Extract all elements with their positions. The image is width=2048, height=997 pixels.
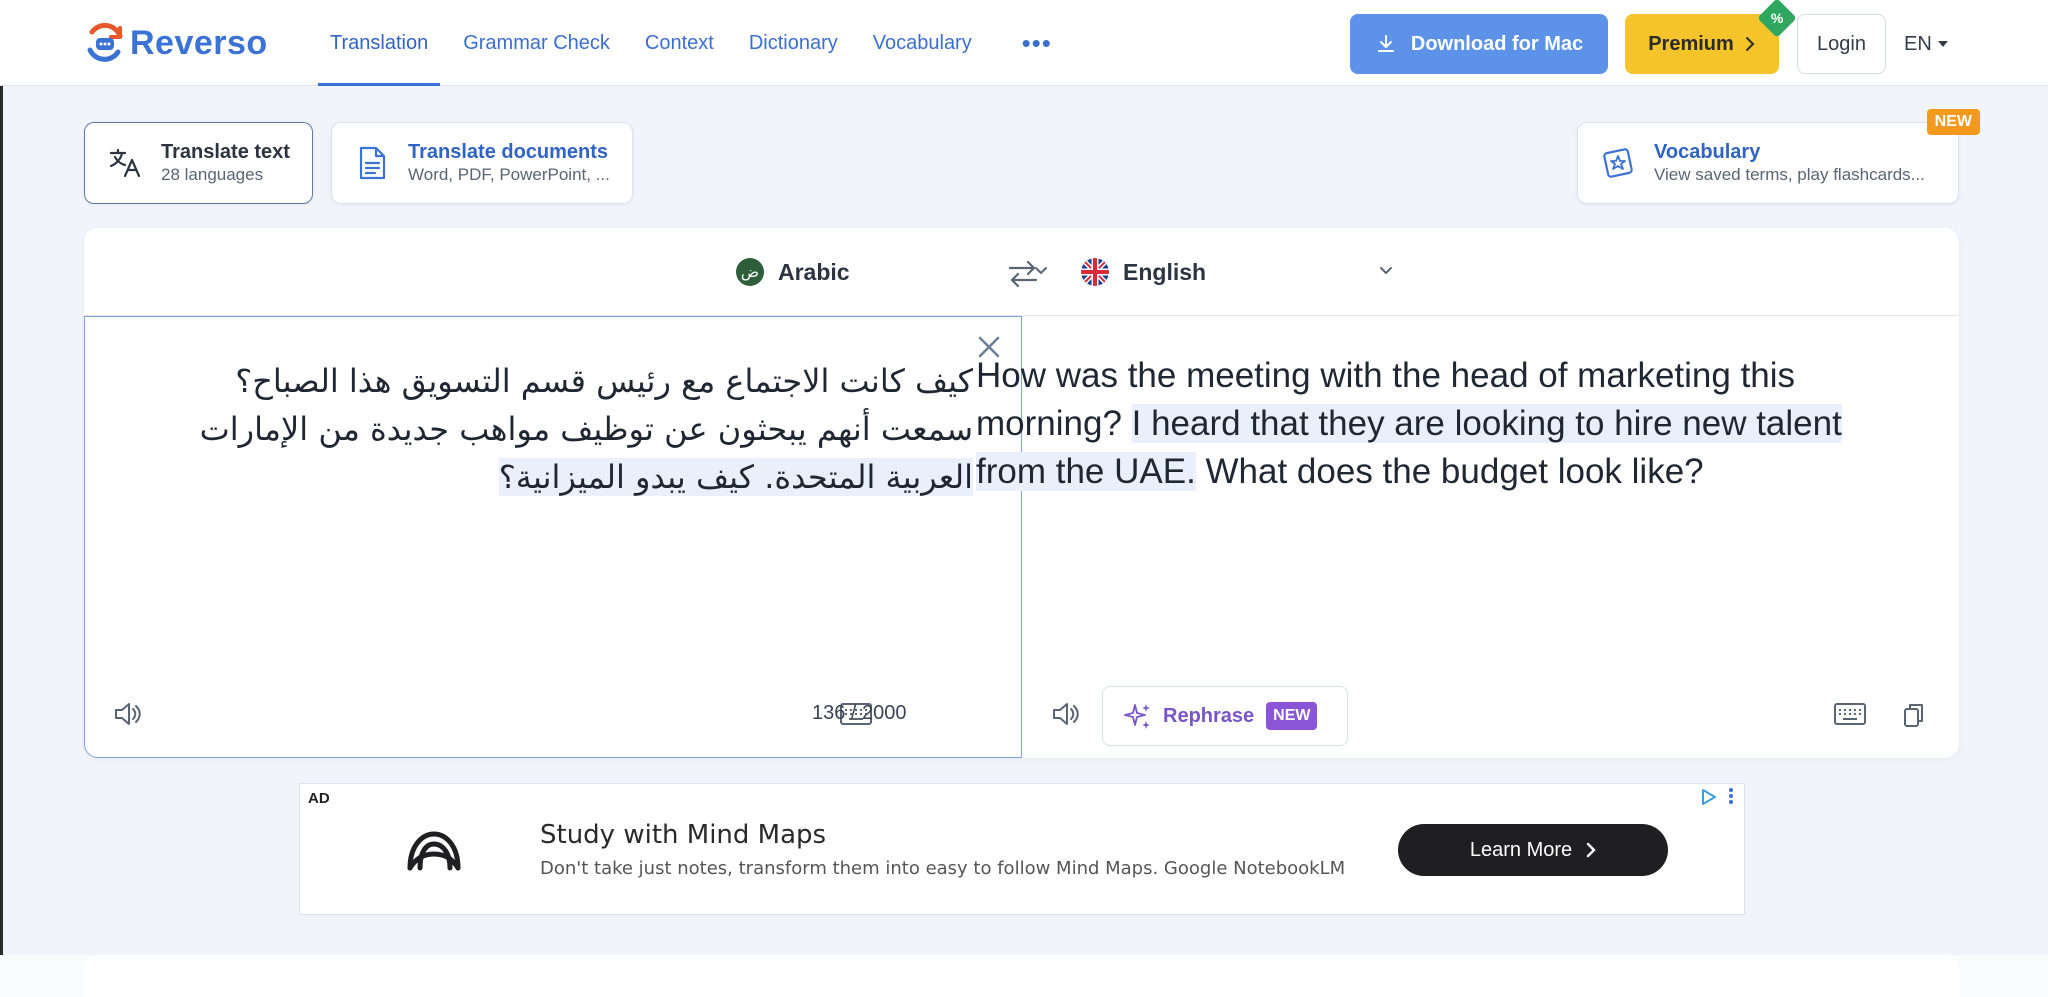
translate-text-tab[interactable]: Translate text 28 languages	[84, 122, 313, 204]
nav-vocabulary[interactable]: Vocabulary	[861, 0, 984, 86]
translate-text-title: Translate text	[161, 141, 290, 163]
ad-title: Study with Mind Maps	[540, 820, 827, 850]
premium-button[interactable]: Premium %	[1625, 0, 1797, 74]
window-edge-left	[0, 0, 3, 997]
document-icon	[354, 145, 390, 181]
uk-flag-icon	[1081, 258, 1109, 286]
vocabulary-card[interactable]: Vocabulary View saved terms, play flashc…	[1577, 109, 1980, 204]
nav-dictionary[interactable]: Dictionary	[737, 0, 850, 86]
source-line-2: سمعت أنهم يبحثون عن توظيف مواهب جديدة من…	[199, 410, 973, 448]
swap-languages-icon[interactable]	[1006, 256, 1040, 290]
translate-documents-subtitle: Word, PDF, PowerPoint, ...	[408, 165, 610, 184]
download-label: Download for Mac	[1410, 32, 1584, 55]
premium-label: Premium	[1648, 32, 1734, 55]
source-text-area[interactable]: كيف كانت الاجتماع مع رئيس قسم التسويق هذ…	[84, 316, 1022, 758]
translate-text-subtitle: 28 languages	[161, 165, 264, 184]
nav-context[interactable]: Context	[633, 0, 726, 86]
target-language-select[interactable]: English	[1081, 252, 1411, 292]
rephrase-new-badge: NEW	[1266, 702, 1318, 730]
source-line-1: كيف كانت الاجتماع مع رئيس قسم التسويق هذ…	[235, 362, 973, 400]
reverso-logo-icon	[87, 22, 123, 62]
nav-grammar-check[interactable]: Grammar Check	[451, 0, 622, 86]
target-text-part-2: What does the budget look like?	[1195, 452, 1704, 491]
download-icon	[1377, 35, 1394, 52]
next-section-card	[84, 955, 1959, 997]
vocabulary-subtitle: View saved terms, play flashcards...	[1654, 165, 1925, 184]
character-counter: 136 / 2000	[812, 702, 907, 724]
target-text[interactable]: How was the meeting with the head of mar…	[976, 352, 1856, 496]
sparkles-icon	[1124, 704, 1150, 729]
ui-language-value: EN	[1904, 32, 1932, 55]
ad-choices-icon[interactable]	[1700, 788, 1718, 806]
notebooklm-logo-icon	[407, 831, 461, 871]
chevron-right-icon	[1586, 842, 1596, 858]
source-language-name: Arabic	[778, 258, 850, 285]
source-line-3: العربية المتحدة. كيف يبدو الميزانية؟	[498, 458, 973, 496]
translate-documents-tab[interactable]: Translate documents Word, PDF, PowerPoin…	[331, 122, 633, 204]
reverso-logo[interactable]: Reverso	[84, 22, 268, 64]
ad-label: AD	[308, 790, 330, 807]
learn-more-label: Learn More	[1469, 838, 1573, 861]
top-navigation-bar: Reverso Translation Grammar Check Contex…	[0, 0, 2048, 86]
nav-translation[interactable]: Translation	[318, 0, 441, 86]
target-language-name: English	[1123, 258, 1207, 285]
new-badge: NEW	[1926, 109, 1980, 135]
ad-menu-icon[interactable]	[1726, 786, 1736, 806]
learn-more-button[interactable]: Learn More	[1398, 824, 1668, 876]
flashcards-icon	[1600, 145, 1636, 181]
arabic-flag-icon: ض	[736, 258, 764, 286]
source-speaker-icon[interactable]	[111, 697, 145, 731]
copy-icon[interactable]	[1903, 702, 1925, 728]
caret-down-icon	[1937, 41, 1948, 47]
login-button[interactable]: Login	[1797, 14, 1886, 74]
source-text[interactable]: كيف كانت الاجتماع مع رئيس قسم التسويق هذ…	[113, 357, 973, 501]
translate-documents-title: Translate documents	[408, 141, 609, 163]
rephrase-label: Rephrase	[1163, 704, 1255, 727]
rephrase-button[interactable]: Rephrase NEW	[1102, 686, 1348, 746]
chevron-right-icon	[1745, 37, 1755, 51]
ad-description: Don't take just notes, transform them in…	[540, 858, 1346, 879]
target-speaker-icon[interactable]	[1049, 697, 1083, 731]
nav-more-icon[interactable]: •••	[1019, 0, 1055, 86]
chevron-down-icon	[1380, 267, 1392, 275]
discount-badge: %	[1757, 0, 1797, 38]
language-bar: ض Arabic English	[84, 228, 1959, 316]
brand-name: Reverso	[130, 23, 268, 62]
advertisement-banner[interactable]: AD Study with Mind Maps Don't take just …	[299, 783, 1745, 915]
main-nav: Translation Grammar Check Context Dictio…	[318, 0, 1066, 86]
translate-icon	[107, 145, 143, 181]
ui-language-select[interactable]: EN	[1904, 14, 1964, 74]
target-keyboard-icon[interactable]	[1834, 703, 1866, 725]
vocabulary-title: Vocabulary	[1654, 141, 1761, 163]
download-for-mac-button[interactable]: Download for Mac	[1350, 14, 1608, 74]
